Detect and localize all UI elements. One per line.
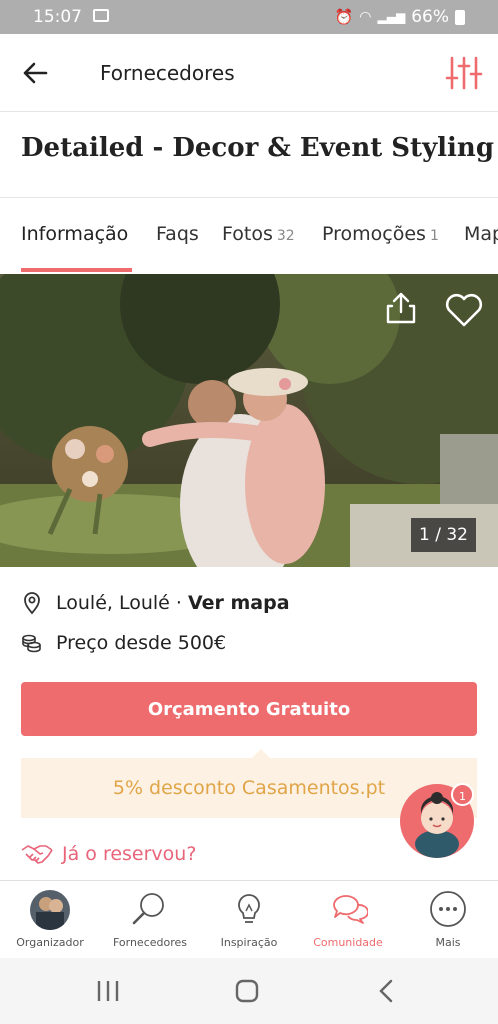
- avatar: [30, 890, 70, 930]
- nav-organizador[interactable]: Organizador: [0, 881, 100, 959]
- nav-label: Inspiração: [220, 936, 278, 949]
- price-row: Preço desde 500€: [20, 628, 226, 658]
- nav-label: Organizador: [16, 936, 84, 949]
- wifi-icon: ◠: [359, 9, 372, 25]
- assistant-notification-badge: 1: [451, 783, 474, 806]
- nav-label: Mais: [435, 936, 461, 949]
- battery-icon: [455, 9, 465, 25]
- more-icon: [430, 891, 466, 927]
- nav-label: Fornecedores: [112, 936, 188, 949]
- bottom-navigation: Organizador Fornecedores Inspiração Comu…: [0, 880, 498, 958]
- back-arrow-icon[interactable]: [20, 58, 50, 88]
- nav-inspiracao[interactable]: Inspiração: [199, 881, 299, 959]
- header-title: Fornecedores: [100, 61, 235, 85]
- vendor-title: Detailed - Decor & Event Styling: [21, 133, 495, 163]
- system-back-icon[interactable]: [376, 978, 396, 1004]
- search-icon: [132, 893, 164, 925]
- recent-apps-icon[interactable]: [96, 978, 120, 1004]
- app-header: Fornecedores: [0, 34, 498, 112]
- nav-comunidade[interactable]: Comunidade: [298, 881, 398, 959]
- tab-promocoes[interactable]: Promoções 1: [322, 223, 439, 245]
- battery-percent: 66%: [411, 7, 449, 27]
- tab-count: 1: [429, 228, 439, 244]
- tab-faqs[interactable]: Faqs: [156, 223, 199, 245]
- alarm-icon: ⏰: [334, 8, 354, 26]
- free-quote-button[interactable]: Orçamento Gratuito: [21, 682, 477, 736]
- vendor-tabs: Informação Faqs Fotos32 Promoções1 Map: [0, 198, 498, 274]
- tab-fotos[interactable]: Fotos 32: [222, 223, 295, 245]
- filter-sliders-icon[interactable]: [444, 54, 484, 92]
- lightbulb-icon: [238, 894, 260, 923]
- tab-label: Fotos: [222, 223, 273, 245]
- tab-label: Informação: [21, 223, 129, 245]
- tab-informacao[interactable]: Informação: [21, 223, 128, 245]
- location-pin-icon: [24, 592, 40, 615]
- nav-mais[interactable]: Mais: [398, 881, 498, 959]
- tab-mapa[interactable]: Map: [464, 223, 498, 245]
- ver-mapa-link[interactable]: Ver mapa: [188, 592, 290, 614]
- already-booked-label: Já o reservou?: [62, 843, 197, 865]
- price-text: Preço desde 500€: [56, 632, 227, 654]
- chat-icon: [333, 895, 368, 924]
- location-row: Loulé, Loulé · Ver mapa: [20, 588, 290, 618]
- coins-icon: [22, 634, 41, 653]
- gallery-notification-icon: [93, 9, 109, 22]
- tab-label: Promoções: [322, 223, 426, 245]
- nav-label: Comunidade: [313, 936, 383, 949]
- handshake-icon: [21, 845, 53, 864]
- signal-icon: ▂▄▆: [377, 10, 406, 24]
- home-icon[interactable]: [234, 978, 260, 1004]
- location-text: Loulé, Loulé ·: [56, 592, 182, 614]
- nav-fornecedores[interactable]: Fornecedores: [100, 881, 200, 959]
- status-bar: 15:07 ⏰ ◠ ▂▄▆ 66%: [0, 0, 498, 34]
- tab-label: Faqs: [156, 223, 199, 245]
- gallery-counter: 1 / 32: [411, 518, 476, 552]
- tab-count: 32: [276, 228, 295, 244]
- system-navigation-bar: [0, 958, 498, 1024]
- status-time: 15:07: [33, 7, 82, 27]
- share-icon[interactable]: [384, 290, 418, 326]
- active-tab-indicator: [21, 268, 132, 272]
- already-booked-link[interactable]: Já o reservou?: [20, 840, 196, 868]
- favorite-heart-icon[interactable]: [444, 292, 484, 328]
- tab-label: Map: [464, 223, 498, 245]
